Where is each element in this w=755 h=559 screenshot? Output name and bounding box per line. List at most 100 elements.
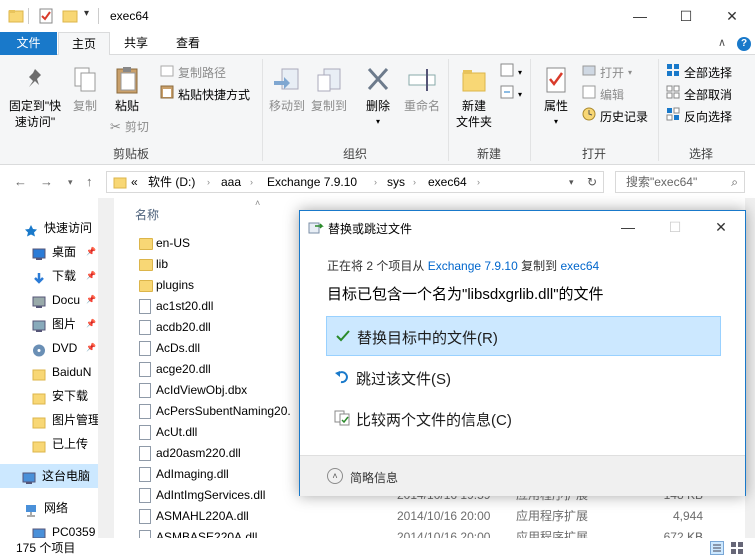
open-button[interactable]: 打开 ▾	[582, 63, 632, 83]
paste-label: 粘贴	[114, 99, 139, 113]
history-button[interactable]: 历史记录	[582, 107, 648, 127]
help-icon[interactable]: ?	[737, 37, 751, 51]
nav-item[interactable]: Docu 📌	[0, 288, 114, 312]
title-bar: ▾ exec64 — ☐ ✕	[0, 0, 755, 32]
nav-item[interactable]: 网络	[0, 496, 114, 520]
cut-button[interactable]: ✂ 剪切	[110, 117, 149, 137]
nav-item[interactable]: 安下载	[0, 384, 114, 408]
properties-icon[interactable]	[38, 8, 54, 24]
breadcrumb-overflow[interactable]: «	[131, 172, 138, 192]
breadcrumb-chevron-icon[interactable]: ›	[477, 172, 480, 192]
computer-icon	[22, 469, 36, 484]
file-name: en-US	[156, 236, 191, 250]
address-bar[interactable]: « 软件 (D:) › aaa › Exchange 7.9.10 › sys …	[106, 171, 604, 193]
select-none-button[interactable]: 全部取消	[666, 85, 732, 105]
dialog-minimize-button[interactable]: —	[605, 211, 651, 243]
file-name: ac1st20.dll	[156, 299, 214, 313]
breadcrumb-chevron-icon[interactable]: ›	[250, 172, 253, 192]
document-icon	[32, 293, 46, 308]
back-arrow-icon[interactable]: ←	[14, 174, 27, 189]
easy-access-button[interactable]: ▾	[500, 85, 522, 105]
column-header-name[interactable]: 名称	[135, 206, 159, 223]
status-bar: 175 个项目	[0, 538, 755, 559]
nav-item[interactable]: DVD 📌	[0, 336, 114, 360]
nav-item[interactable]: 图片管理	[0, 408, 114, 432]
tab-home[interactable]: 主页	[58, 32, 110, 56]
breadcrumb-drive[interactable]: 软件 (D:)	[148, 172, 195, 192]
new-folder-icon[interactable]	[62, 8, 78, 24]
open-icon	[582, 63, 596, 83]
properties-button[interactable]: 属性 ▾	[536, 65, 576, 130]
tab-view[interactable]: 查看	[164, 32, 212, 55]
file-icon	[139, 362, 151, 377]
large-icons-view-icon[interactable]	[730, 541, 744, 559]
delete-dropdown-icon[interactable]: ▾	[358, 114, 398, 130]
recent-locations-icon[interactable]: ▾	[68, 177, 73, 188]
move-to-button[interactable]: 移动到	[266, 65, 308, 114]
collapse-details-icon[interactable]: ˄	[327, 468, 343, 484]
breadcrumb-chevron-icon[interactable]: ›	[207, 172, 210, 192]
breadcrumb-exchange[interactable]: Exchange 7.9.10	[267, 172, 357, 192]
nav-item[interactable]: 这台电脑	[0, 464, 114, 488]
address-dropdown-icon[interactable]: ▾	[569, 172, 574, 192]
nav-item[interactable]: 图片 📌	[0, 312, 114, 336]
forward-arrow-icon[interactable]: →	[40, 174, 53, 189]
pin-quick-access-button[interactable]: 固定到"快 速访问"	[4, 65, 66, 130]
nav-scrollbar[interactable]	[98, 198, 114, 538]
replace-file-option[interactable]: 替换目标中的文件(R)	[326, 316, 721, 356]
skip-file-option[interactable]: 跳过该文件(S)	[326, 358, 721, 398]
refresh-icon[interactable]: ↻	[587, 172, 597, 192]
fewer-details-link[interactable]: 简略信息	[350, 469, 398, 486]
dialog-conflict-message: 目标已包含一个名为"libsdxgrlib.dll"的文件	[327, 286, 604, 303]
copy-path-button[interactable]: 复制路径	[160, 63, 226, 83]
properties-dropdown-icon[interactable]: ▾	[536, 114, 576, 130]
nav-item[interactable]: 下载 📌	[0, 264, 114, 288]
copy-button[interactable]: 复制	[66, 65, 104, 114]
compare-files-option[interactable]: 比较两个文件的信息(C)	[326, 399, 721, 439]
minimize-button[interactable]: —	[617, 0, 663, 32]
details-view-icon[interactable]	[710, 541, 724, 559]
file-icon	[139, 425, 151, 440]
destination-folder-link[interactable]: exec64	[560, 259, 599, 273]
new-item-button[interactable]: ▾	[500, 63, 522, 83]
ribbon-collapse-icon[interactable]: ∧	[718, 36, 726, 49]
breadcrumb-exec64[interactable]: exec64	[428, 172, 467, 192]
computer-icon	[32, 525, 46, 540]
file-row[interactable]: ASMAHL220A.dll 2014/10/16 20:00 应用程序扩展 4,94…	[115, 506, 755, 544]
dialog-close-button[interactable]: ✕	[698, 211, 744, 243]
tab-file[interactable]: 文件	[0, 32, 57, 55]
rename-button[interactable]: 重命名	[398, 65, 446, 114]
edit-button[interactable]: 编辑	[582, 85, 624, 105]
up-arrow-icon[interactable]: ↑	[86, 174, 93, 189]
customize-toolbar-icon[interactable]: ▾	[84, 8, 89, 19]
source-folder-link[interactable]: Exchange 7.9.10	[428, 259, 518, 273]
breadcrumb-chevron-icon[interactable]: ›	[374, 172, 377, 192]
new-folder-label-1: 新建	[461, 99, 486, 113]
file-list-scrollbar[interactable]	[745, 198, 755, 538]
breadcrumb-aaa[interactable]: aaa	[221, 172, 241, 192]
nav-item[interactable]: BaiduN	[0, 360, 114, 384]
tab-share[interactable]: 共享	[112, 32, 160, 55]
nav-item-label: BaiduN	[52, 365, 92, 379]
paste-shortcut-icon	[160, 85, 174, 105]
open-label: 打开	[600, 66, 625, 80]
nav-item[interactable]: 已上传	[0, 432, 114, 456]
copy-to-icon	[317, 68, 341, 92]
invert-selection-button[interactable]: 反向选择	[666, 107, 732, 127]
new-folder-button[interactable]: 新建 文件夹	[452, 65, 496, 130]
delete-button[interactable]: 删除 ▾	[358, 65, 398, 130]
maximize-button[interactable]: ☐	[663, 0, 709, 32]
breadcrumb-sys[interactable]: sys	[387, 172, 405, 192]
close-button[interactable]: ✕	[709, 0, 755, 32]
select-all-button[interactable]: 全部选择	[666, 63, 732, 83]
nav-item[interactable]: 快速访问	[0, 216, 114, 240]
nav-item[interactable]: 桌面 📌	[0, 240, 114, 264]
paste-shortcut-button[interactable]: 粘贴快捷方式	[160, 85, 250, 105]
breadcrumb-chevron-icon[interactable]: ›	[413, 172, 416, 192]
replace-file-label: 替换目标中的文件(R)	[357, 330, 498, 347]
ribbon-tabs: 文件 主页 共享 查看 ∧ ?	[0, 32, 755, 56]
search-input[interactable]: 搜索"exec64" ⌕	[615, 171, 745, 193]
copy-to-button[interactable]: 复制到	[308, 65, 350, 114]
paste-button[interactable]: 粘贴	[106, 65, 148, 114]
new-folder-label-2: 文件夹	[455, 115, 492, 129]
